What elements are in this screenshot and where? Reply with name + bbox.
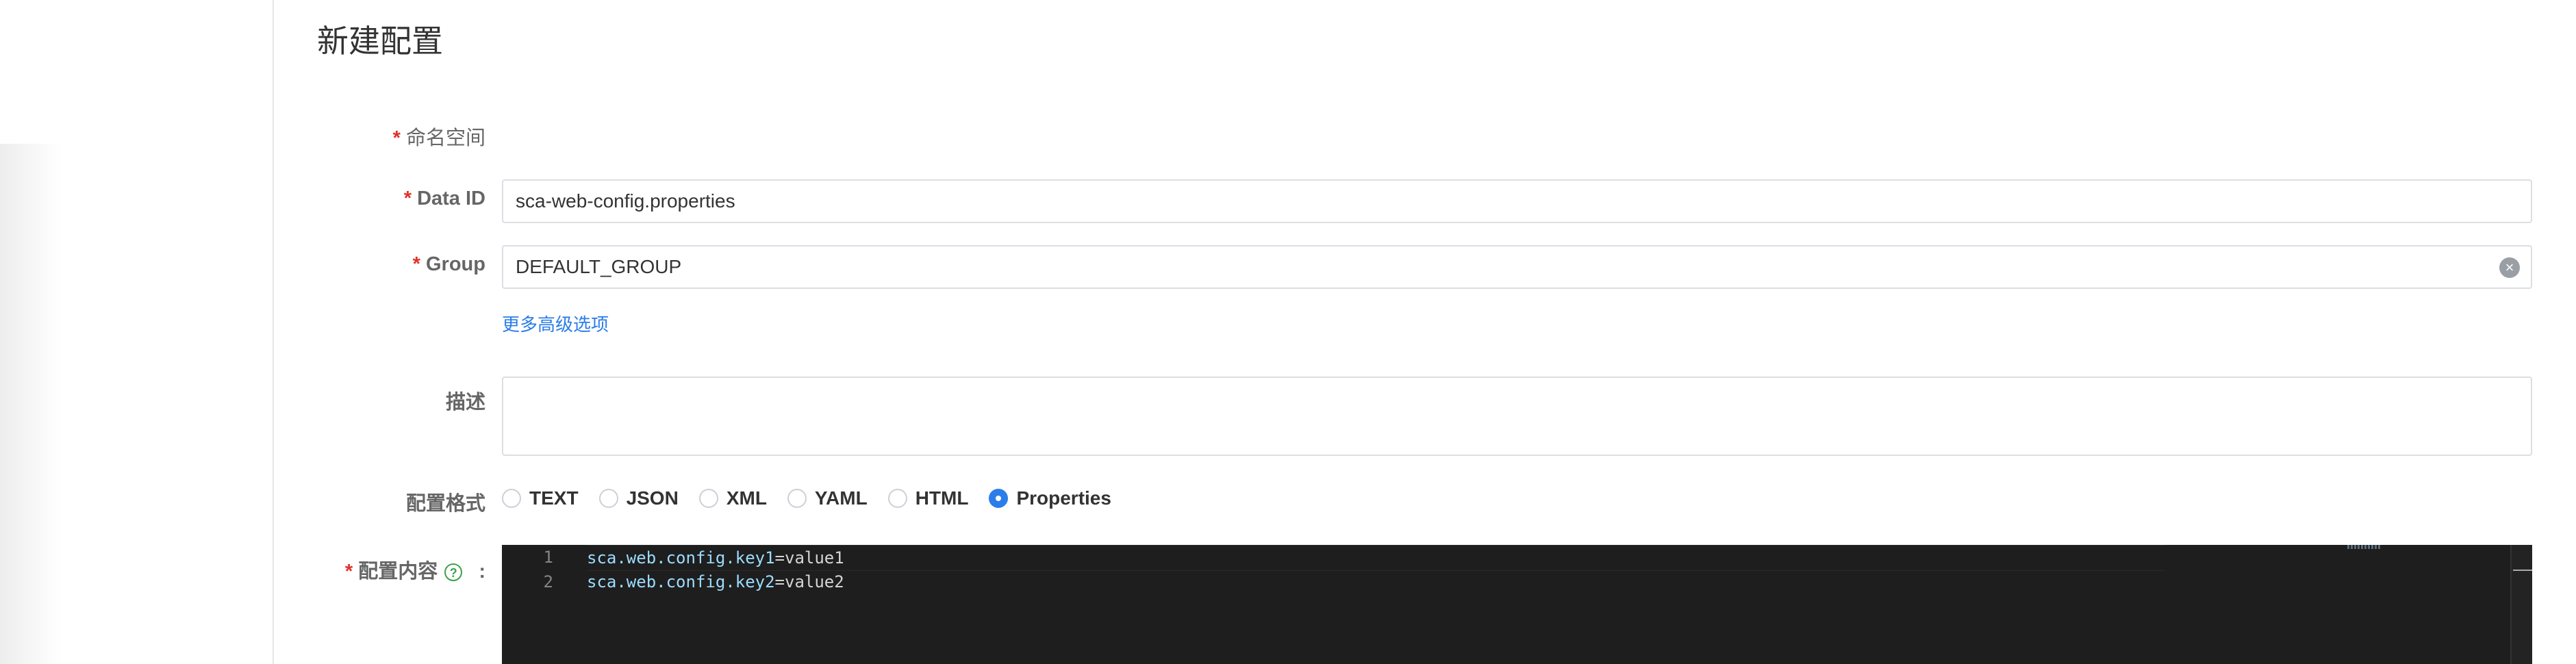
editor-scrollbar[interactable] [2510,545,2532,664]
format-radio-text[interactable]: TEXT [502,487,579,509]
sidebar-shadow [0,144,62,664]
line-number: 1 [543,548,553,567]
format-radio-json[interactable]: JSON [598,487,679,509]
data-id-input[interactable]: sca-web-config.properties [502,179,2532,223]
format-radio-xml[interactable]: XML [698,487,767,509]
line-number: 2 [543,572,553,591]
content-label: 配置内容? : [345,555,485,584]
format-radio-html[interactable]: HTML [887,487,968,509]
format-radio-group: TEXT JSON XML YAML HTML Properties [502,483,1132,513]
radio-circle[interactable] [502,489,521,508]
group-value: DEFAULT_GROUP [516,256,682,277]
radio-circle[interactable] [698,489,718,508]
description-textarea[interactable] [502,376,2532,456]
radio-circle-checked[interactable] [989,489,1009,508]
code-editor[interactable]: 1 2 sca.web.config.key1=value1 sca.web.c… [502,545,2532,664]
help-icon[interactable]: ? [444,563,463,582]
data-id-label: Data ID [404,188,485,210]
radio-circle[interactable] [787,489,807,508]
format-radio-properties[interactable]: Properties [989,487,1111,509]
page-title: 新建配置 [317,23,443,59]
code-line[interactable]: sca.web.config.key2=value2 [587,570,2165,594]
minimap[interactable] [2347,545,2382,549]
group-input[interactable]: DEFAULT_GROUP × [502,245,2532,289]
description-label: 描述 [445,392,485,413]
group-label: Group [413,253,485,276]
advanced-options-link[interactable]: 更多高级选项 [502,311,609,336]
scroll-marker [2513,570,2532,571]
radio-circle[interactable] [887,489,907,508]
format-label: 配置格式 [405,493,485,515]
code-line[interactable]: sca.web.config.key1=value1 [587,545,2165,571]
data-id-value: sca-web-config.properties [516,190,735,212]
namespace-label: 命名空间 [393,122,485,151]
radio-circle[interactable] [598,489,618,508]
format-radio-yaml[interactable]: YAML [787,487,868,509]
clear-icon[interactable]: × [2499,257,2520,278]
sidebar [0,0,274,664]
